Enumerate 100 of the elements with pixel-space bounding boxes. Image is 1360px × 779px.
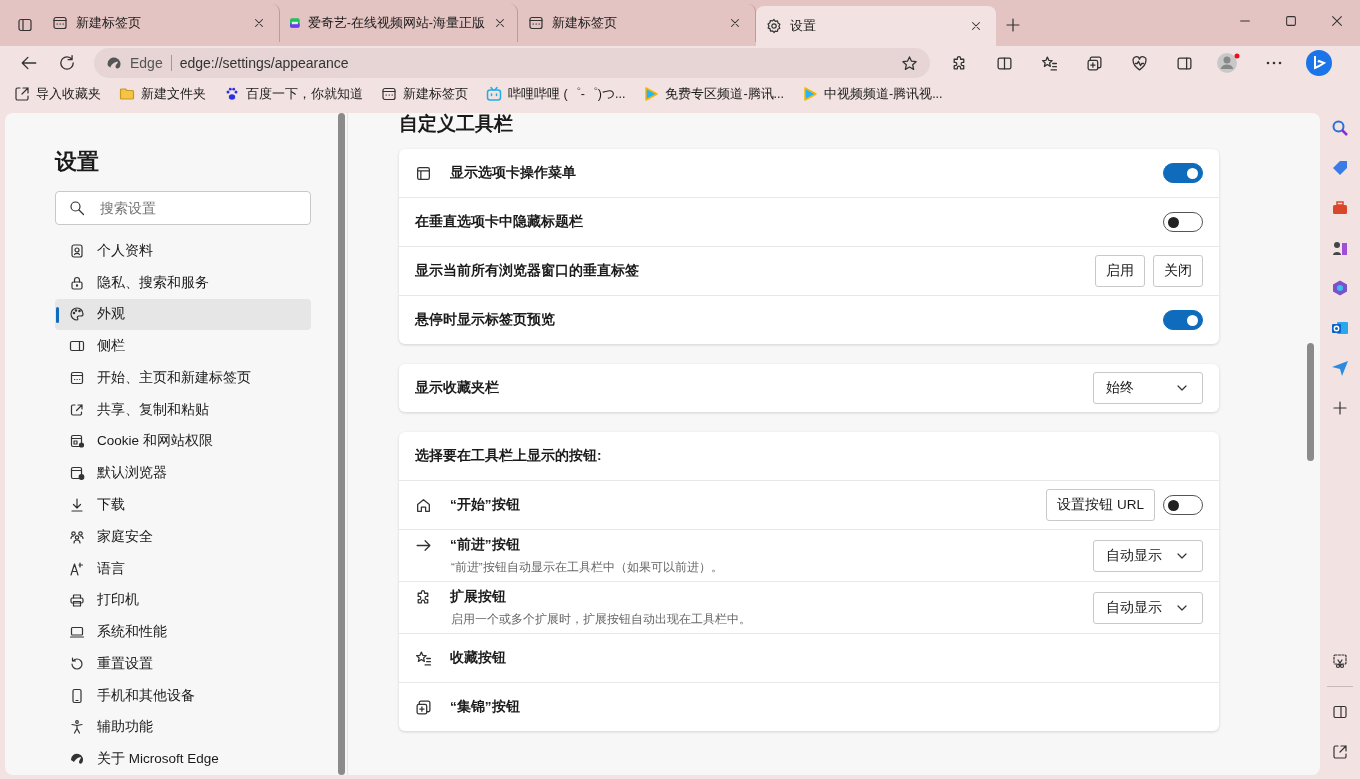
favorite-link[interactable]: 新建文件夹 [119,85,206,103]
share-icon [69,401,85,418]
scrollbar-thumb[interactable] [1307,343,1314,461]
nav-item[interactable]: 个人资料 [55,235,311,267]
nav-item[interactable]: 辅助功能 [55,711,311,744]
new-tab-page-icon [381,86,397,102]
browser-tab[interactable]: 新建标签页 [42,4,280,42]
palette-icon [69,306,85,323]
more-icon [1266,61,1282,65]
nav-item[interactable]: 共享、复制和粘贴 [55,393,311,426]
nav-item[interactable]: 开始、主页和新建标签页 [55,362,311,394]
search-field[interactable]: 搜索设置 [55,191,311,225]
reset-icon [69,655,85,672]
refresh-icon [58,54,76,72]
dropdown[interactable]: 自动显示 [1093,591,1203,624]
favorite-link[interactable]: 新建标签页 [381,85,468,103]
nav-item[interactable]: 外观 [55,298,311,331]
play-icon [802,86,818,102]
close-icon [969,19,983,33]
home-icon [415,496,432,514]
close-icon [1330,14,1344,28]
printer-icon [69,592,85,609]
nav-item[interactable]: 手机和其他设备 [55,679,311,712]
setting-label: 扩展按钮 [450,588,506,606]
close-icon [728,16,742,30]
laptop-icon [69,624,85,641]
family-icon [69,528,85,545]
nav-item[interactable]: 打印机 [55,584,311,617]
close-icon [252,16,266,30]
favorite-star-button[interactable] [901,54,918,72]
favorite-link[interactable]: 免费专区频道-腾讯... [643,85,784,103]
tab-title: 新建标签页 [76,14,142,32]
tv-icon [486,86,502,102]
tab-title: 爱奇艺-在线视频网站-海量正版 [307,14,485,32]
nav-item[interactable]: 默认浏览器 [55,457,311,490]
browser-tab[interactable]: 爱奇艺-在线视频网站-海量正版 [280,4,518,42]
paper-plane-icon [1331,359,1349,377]
scrollbar-thumb[interactable] [338,113,345,775]
nav-item[interactable]: 家庭安全 [55,520,311,553]
nav-item[interactable]: Cookie 和网站权限 [55,425,311,458]
download-icon [69,497,85,513]
close-tab-button[interactable] [493,16,507,30]
dropdown[interactable]: 始终 [1093,372,1203,404]
setting-label: 显示选项卡操作菜单 [450,164,576,182]
setting-description: “前进”按钮自动显示在工具栏中（如果可以前进）。 [450,560,724,575]
new-tab-page-icon [52,15,68,31]
setting-label: 显示收藏夹栏 [415,379,499,397]
setting-label: 悬停时显示标签页预览 [415,311,555,329]
set-url-button[interactable]: 设置按钮 URL [1046,489,1155,521]
mail-icon [1331,319,1349,337]
tab-panel-icon [17,17,33,33]
accessibility-icon [69,719,85,736]
setting-label: 收藏按钮 [450,649,506,667]
collections-icon [1085,54,1103,72]
close-icon [493,16,507,30]
favorite-link[interactable]: 百度一下，你就知道 [224,85,363,103]
browser-tab[interactable]: 设置 [756,6,996,46]
cookie-icon [69,433,85,450]
url-text: edge://settings/appearance [179,55,350,71]
toggle-switch[interactable] [1163,310,1203,330]
site-label: Edge [130,55,163,71]
paw-icon [224,86,240,102]
phone-icon [69,687,85,704]
back-arrow-icon [20,54,38,72]
external-link-icon [1332,744,1348,760]
setting-description: 启用一个或多个扩展时，扩展按钮自动出现在工具栏中。 [450,612,752,627]
nav-item[interactable]: 语言 [55,552,311,585]
nav-item[interactable]: 隐私、搜索和服务 [55,266,311,299]
play-icon [643,86,660,102]
heart-pulse-icon [1130,54,1148,72]
setting-label: “开始”按钮 [450,496,520,514]
plus-icon [1005,17,1021,33]
start-page-icon [69,369,85,386]
toggle-switch[interactable] [1163,163,1203,183]
section-title: 自定义工具栏 [399,113,514,136]
address-bar[interactable]: Edge edge://settings/appearance [94,48,930,78]
option-button[interactable]: 启用 [1095,255,1145,287]
toggle-switch[interactable] [1163,212,1203,232]
nav-item[interactable]: 重置设置 [55,647,311,680]
tab-panel-icon [415,164,432,182]
nav-item[interactable]: 系统和性能 [55,616,311,648]
settings-title: 设置 [55,148,100,176]
setting-label: “前进”按钮 [450,536,520,554]
profile-icon [69,242,85,259]
nav-item[interactable]: 侧栏 [55,330,311,363]
toggle-switch[interactable] [1163,495,1203,515]
nav-item[interactable]: 下载 [55,489,311,521]
favorite-link[interactable]: 导入收藏夹 [14,85,101,103]
favorite-link[interactable]: 中视频频道-腾讯视... [802,85,943,103]
folder-icon [119,86,135,102]
dropdown[interactable]: 自动显示 [1093,539,1203,572]
nav-item[interactable]: 关于 Microsoft Edge [55,743,311,775]
favorite-link[interactable]: 哔哩哔哩 (゜-゜)つ... [486,85,626,103]
option-button[interactable]: 关闭 [1153,255,1203,287]
star-list-icon [1040,54,1058,72]
star-icon [901,54,918,72]
tab-title: 新建标签页 [552,14,618,32]
collections-icon [415,698,432,716]
toolbox-icon [1331,199,1349,217]
avatar-icon [1216,52,1242,74]
